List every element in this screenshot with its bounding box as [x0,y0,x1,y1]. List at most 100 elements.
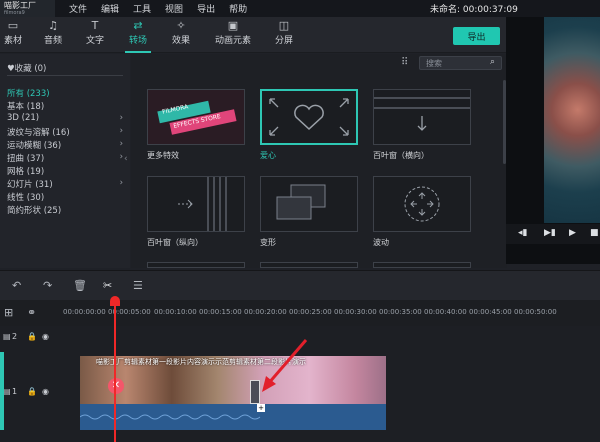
chevron-right-icon: › [119,126,123,136]
step-back-icon[interactable]: ◂▮ [518,228,527,238]
export-button[interactable]: 导出 [453,27,500,45]
lock-icon[interactable]: 🔒 [27,332,37,341]
tab-split-screen[interactable]: ◫ 分屏 [271,17,297,53]
playhead[interactable] [114,298,116,442]
image-icon: ▣ [227,19,239,32]
delete-icon[interactable]: 🗑 [73,279,87,292]
track-header-2: ▤ 2 🔒 ◉ [0,329,63,349]
timeline-ruler[interactable]: ⊞ ⚭ 00:00:00:00 00:00:05:00 00:00:10:00 … [0,300,600,326]
adjust-icon[interactable]: ☰ [133,279,143,292]
cut-scissors-icon[interactable]: ✂ [103,279,112,292]
ruler-tick: 00:00:45:00 [469,308,512,316]
media-tabs: ▭ 素材 ♫ 音频 T 文字 ⇄ 转场 ✧ 效果 ▣ 动画元素 ◫ 分屏 [0,17,506,53]
favorites-item[interactable]: ♥收藏 (0) [7,62,123,74]
transition-tile-heart[interactable] [260,89,358,145]
transition-tile-partial[interactable] [147,262,245,268]
clip-marker-icon[interactable]: ✕ [108,378,124,394]
chevron-right-icon: › [119,152,123,162]
ruler-tick: 00:00:10:00 [154,308,197,316]
transition-tile-blinds-vertical[interactable] [147,176,245,232]
menu-view[interactable]: 视图 [165,2,183,15]
menu-bar: 喵影工厂 filmora9 文件 编辑 工具 视图 导出 帮助 未命名: 00:… [0,0,600,17]
transition-tile-morph[interactable] [260,176,358,232]
playback-controls: ◂▮ ▶▮ ▶ ■ [506,224,600,244]
transition-label: 变形 [260,238,276,247]
sidebar-item-grid[interactable]: 网格 (19) [7,165,123,177]
add-transition-icon[interactable]: + [257,404,265,412]
transition-tile-ripple[interactable] [373,176,471,232]
tab-elements[interactable]: ▣ 动画元素 [212,17,254,53]
lock-icon[interactable]: 🔒 [27,387,37,396]
ruler-tick: 00:00:50:00 [514,308,557,316]
ruler-tick: 00:00:40:00 [424,308,467,316]
add-track-icon[interactable]: ⊞ [4,306,13,319]
grid-view-icon[interactable]: ⠿ [401,57,408,68]
sidebar-item-basic[interactable]: 基本 (18) [7,100,123,112]
folder-icon: ▭ [7,19,19,32]
tab-elements-label: 动画元素 [214,36,251,46]
music-note-icon: ♫ [48,19,58,32]
ruler-tick: 00:00:25:00 [289,308,332,316]
transition-icon: ⇄ [133,19,143,32]
link-icon[interactable]: ⚭ [27,306,36,319]
play-pause-icon[interactable]: ▶▮ [544,228,556,238]
ruler-tick: 00:00:15:00 [199,308,242,316]
sidebar-item-label: 波纹与溶解 (16) [7,128,70,138]
sidebar-item-all[interactable]: 所有 (233) [7,87,123,99]
timeline-toolbar: ↶ ↷ 🗑 ✂ ☰ [0,270,600,300]
tab-media[interactable]: ▭ 素材 [0,17,26,53]
redo-icon[interactable]: ↷ [43,279,52,292]
transition-tile-blinds-horizontal[interactable] [373,89,471,145]
project-title: 未命名: 00:00:37:09 [430,5,518,15]
tab-transitions-label: 转场 [128,36,147,46]
sidebar-item-label: 幻灯片 (31) [7,180,53,190]
clip-caption-text: 喵影工厂剪辑素材第一段影片内容演示示范剪辑素材第二段影片演示 [96,358,306,366]
sidebar-item-linear[interactable]: 线性 (30) [7,191,123,203]
tab-transitions[interactable]: ⇄ 转场 [125,17,151,53]
blinds-vertical-thumbnail [178,177,227,231]
transition-tile-partial[interactable] [373,262,471,268]
transition-label: 百叶窗（横向） [373,151,429,160]
sidebar-item-label: 网格 (19) [7,167,45,177]
sidebar-item-ripple-dissolve[interactable]: 波纹与溶解 (16) › [7,126,123,138]
sidebar-item-label: 线性 (30) [7,193,45,203]
sidebar-divider [7,75,123,76]
search-icon[interactable]: ⌕ [490,57,495,67]
chevron-right-icon: › [119,113,123,123]
stop-icon[interactable]: ■ [590,228,599,238]
sidebar-item-distortion[interactable]: 扭曲 (37) › [7,152,123,164]
eye-icon[interactable]: ◉ [42,332,49,341]
sidebar-item-simple-shapes[interactable]: 简约形状 (25) [7,204,123,216]
sidebar-item-label: 简约形状 (25) [7,206,62,216]
sidebar-item-3d[interactable]: 3D (21) › [7,113,123,123]
text-icon: T [91,19,99,32]
transition-tile-more-effects[interactable]: FILMORA EFFECTS STORE [147,89,245,145]
sidebar-item-motion-blur[interactable]: 运动模糊 (36) › [7,139,123,151]
tab-audio[interactable]: ♫ 音频 [40,17,66,53]
collapse-sidebar-icon[interactable]: ‹ [124,154,128,164]
split-screen-icon: ◫ [278,19,290,32]
menu-edit[interactable]: 编辑 [101,2,119,15]
audio-waveform-clip[interactable] [79,404,386,430]
menu-file[interactable]: 文件 [69,2,87,15]
tab-media-label: 素材 [3,36,22,46]
play-icon[interactable]: ▶ [569,228,576,238]
active-track-indicator [0,352,4,430]
undo-icon[interactable]: ↶ [12,279,21,292]
tab-effects[interactable]: ✧ 效果 [167,17,195,53]
menu-tools[interactable]: 工具 [133,2,151,15]
eye-icon[interactable]: ◉ [42,387,49,396]
track-video-icon: ▤ [3,332,11,341]
track-header-1: ▤ 1 🔒 ◉ [0,384,63,404]
transition-label: 更多特效 [147,151,179,160]
pointer-arrow-annotation [262,339,308,392]
transition-tile-partial[interactable] [260,262,358,268]
tab-text[interactable]: T 文字 [82,17,108,53]
tab-effects-label: 效果 [171,36,190,46]
chevron-right-icon: › [119,178,123,188]
transition-category-sidebar: ♥收藏 (0) 所有 (233) 基本 (18) 3D (21) › 波纹与溶解 … [0,54,130,268]
sidebar-item-slideshow[interactable]: 幻灯片 (31) › [7,178,123,190]
menu-export[interactable]: 导出 [197,2,215,15]
menu-help[interactable]: 帮助 [229,2,247,15]
sidebar-item-label: 所有 (233) [7,89,50,99]
